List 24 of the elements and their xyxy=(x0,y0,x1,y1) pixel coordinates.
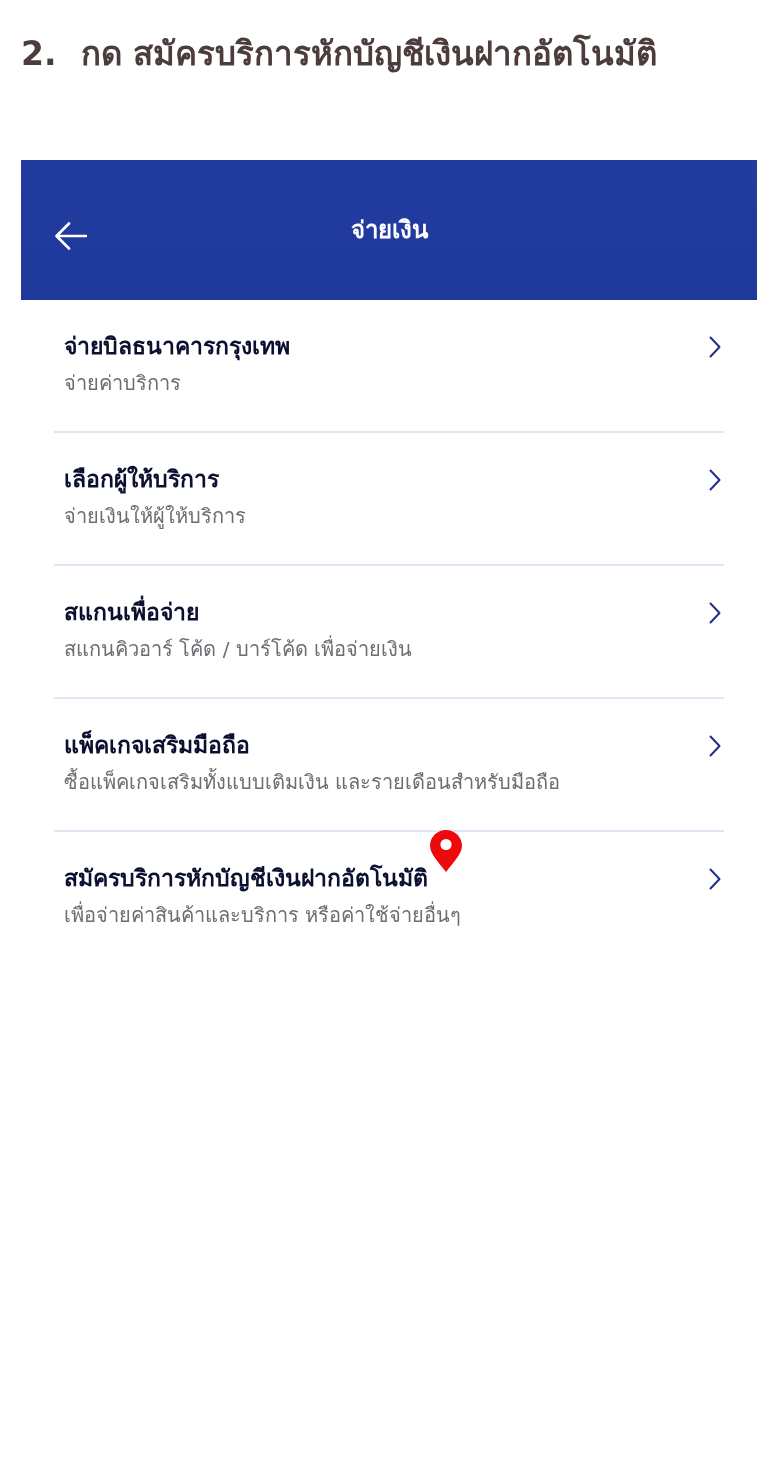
menu-item-title: สมัครบริการหักบัญชีเงินฝากอัตโนมัติ xyxy=(64,860,428,896)
menu-item-title: เลือกผู้ให้บริการ xyxy=(64,464,219,496)
menu-item[interactable]: แพ็คเกจเสริมมือถือ ซื้อแพ็คเกจเสริมทั้งแบบเติมเงิน และรายเดือนสำหรับมือถือ xyxy=(54,699,724,832)
back-arrow-icon xyxy=(55,222,87,250)
menu-item-subtitle: ซื้อแพ็คเกจเสริมทั้งแบบเติมเงิน และรายเดือนสำหรับมือถือ xyxy=(64,767,561,796)
menu-item-subtitle: จ่ายค่าบริการ xyxy=(64,370,182,397)
chevron-right-icon xyxy=(709,868,721,890)
chevron-right-icon xyxy=(709,469,721,491)
menu-item[interactable]: เลือกผู้ให้บริการ จ่ายเงินให้ผู้ให้บริการ xyxy=(54,433,724,566)
menu-item[interactable]: สมัครบริการหักบัญชีเงินฝากอัตโนมัติ เพื่อจ่ายค่าสินค้าและบริการ หรือค่าใช้จ่ายอื่นๆ xyxy=(54,832,724,963)
chevron-right-icon xyxy=(709,735,721,757)
menu-item[interactable]: สแกนเพื่อจ่าย สแกนคิวอาร์ โค้ด / บาร์โค้ด เพื่อจ่ายเงิน xyxy=(54,566,724,699)
menu-item-subtitle: จ่ายเงินให้ผู้ให้บริการ xyxy=(64,503,246,531)
menu-item-title: จ่ายบิลธนาคารกรุงเทพ xyxy=(64,332,290,363)
menu-item-title: สแกนเพื่อจ่าย xyxy=(64,594,199,630)
menu-item-title: แพ็คเกจเสริมมือถือ xyxy=(64,729,250,760)
menu-item[interactable]: จ่ายบิลธนาคารกรุงเทพ จ่ายค่าบริการ xyxy=(54,300,724,433)
chevron-right-icon xyxy=(709,602,721,624)
screen-title: จ่ายเงิน xyxy=(350,215,428,246)
step-number: 2. xyxy=(21,33,57,75)
menu-item-subtitle: เพื่อจ่ายค่าสินค้าและบริการ หรือค่าใช้จ่ายอื่นๆ xyxy=(64,900,462,929)
menu-item-subtitle: สแกนคิวอาร์ โค้ด / บาร์โค้ด เพื่อจ่ายเงิน xyxy=(64,634,413,663)
instruction-text: กด สมัครบริการหักบัญชีเงินฝากอัตโนมัติ xyxy=(80,33,657,75)
chevron-right-icon xyxy=(709,336,721,358)
